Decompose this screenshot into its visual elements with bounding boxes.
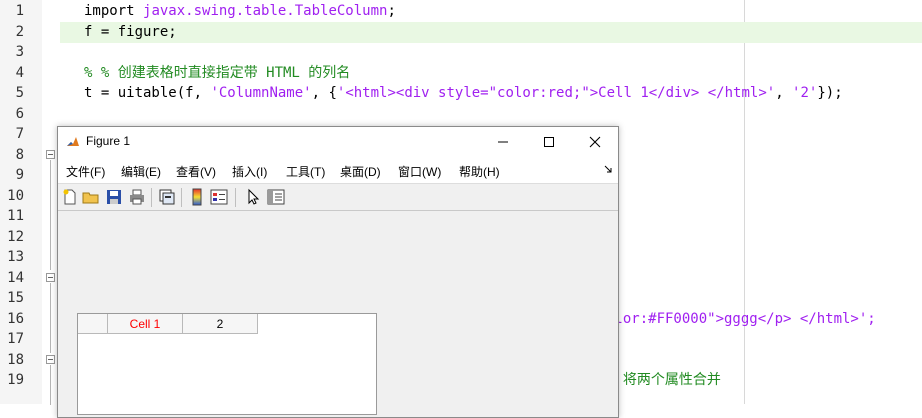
matlab-logo-icon <box>66 135 80 149</box>
menu-file[interactable]: 文件(F) <box>66 163 105 180</box>
line-number: 19 <box>7 372 24 388</box>
fold-guide <box>50 283 51 353</box>
new-file-icon[interactable] <box>61 188 79 206</box>
code-text: }); <box>817 85 843 101</box>
code-line-1[interactable]: import javax.swing.table.TableColumn; <box>60 1 922 22</box>
column-header[interactable]: Cell 1 <box>108 314 183 334</box>
line-number: 4 <box>15 65 24 81</box>
menu-tools[interactable]: 工具(T) <box>286 163 325 180</box>
pointer-icon[interactable] <box>244 188 262 206</box>
link-icon[interactable] <box>158 188 176 206</box>
line-number: 15 <box>7 290 24 306</box>
dock-arrow-icon[interactable] <box>604 165 612 173</box>
figure-window[interactable]: Figure 1 文件(F) 编辑(E) 查看(V) 插入(I) 工具(T) 桌… <box>57 126 619 418</box>
menu-window[interactable]: 窗口(W) <box>398 163 441 180</box>
figure-canvas: Cell 1 2 <box>58 211 618 417</box>
code-line-4[interactable]: % % 创建表格时直接指定带 HTML 的列名 <box>60 63 922 84</box>
minimize-icon <box>498 141 508 143</box>
row-header-corner <box>78 314 108 334</box>
line-number: 7 <box>15 126 24 142</box>
line-number: 3 <box>15 44 24 60</box>
line-number: 5 <box>15 85 24 101</box>
string-literal: 'ColumnName' <box>210 85 312 101</box>
line-number: 6 <box>15 106 24 122</box>
fold-toggle-icon[interactable] <box>46 273 55 282</box>
menu-view[interactable]: 查看(V) <box>176 163 216 180</box>
keyword: import <box>84 3 144 19</box>
close-button[interactable] <box>572 127 618 157</box>
code-line-5[interactable]: t = uitable(f, 'ColumnName', {'<html><di… <box>60 83 922 104</box>
menu-help[interactable]: 帮助(H) <box>459 163 500 180</box>
fold-toggle-icon[interactable] <box>46 355 55 364</box>
code-line-16-fragment[interactable]: olor:#FF0000">gggg</p> </html>'; <box>606 309 876 330</box>
line-number: 18 <box>7 352 24 368</box>
line-number: 16 <box>7 311 24 327</box>
line-number: 9 <box>15 167 24 183</box>
fold-toggle-icon[interactable] <box>46 150 55 159</box>
figure-toolbar <box>58 184 618 211</box>
comment: % % 创建表格时直接指定带 HTML 的列名 <box>84 65 351 81</box>
colorbar-icon[interactable] <box>188 188 206 206</box>
toolbar-separator <box>235 188 236 207</box>
close-icon <box>589 136 601 148</box>
line-number: 1 <box>15 3 24 19</box>
line-number: 14 <box>7 270 24 286</box>
punctuation: ; <box>387 3 396 19</box>
line-number: 2 <box>15 24 24 40</box>
line-number: 17 <box>7 331 24 347</box>
package-name: javax.swing.table.TableColumn <box>143 3 388 19</box>
code-text: , <box>775 85 793 101</box>
print-icon[interactable] <box>128 188 146 206</box>
code-text: f = figure; <box>84 24 177 40</box>
menu-desktop[interactable]: 桌面(D) <box>340 163 381 180</box>
menu-edit[interactable]: 编辑(E) <box>121 163 161 180</box>
code-line-2[interactable]: f = figure; <box>60 22 922 43</box>
minimize-button[interactable] <box>480 127 526 157</box>
property-inspector-icon[interactable] <box>267 188 285 206</box>
maximize-button[interactable] <box>526 127 572 157</box>
title-bar[interactable]: Figure 1 <box>58 127 618 157</box>
save-icon[interactable] <box>105 188 123 206</box>
toolbar-separator <box>181 188 182 207</box>
fold-guide <box>50 160 51 270</box>
menu-bar: 文件(F) 编辑(E) 查看(V) 插入(I) 工具(T) 桌面(D) 窗口(W… <box>58 157 618 184</box>
string-literal: '<html><div style="color:red;">Cell 1</d… <box>336 85 776 101</box>
legend-icon[interactable] <box>210 188 228 206</box>
comment: % 将两个属性合并 <box>606 372 721 388</box>
line-number: 13 <box>7 249 24 265</box>
toolbar-separator <box>151 188 152 207</box>
line-number: 10 <box>7 188 24 204</box>
code-text: , { <box>311 85 337 101</box>
code-text: t = uitable(f, <box>84 85 211 101</box>
string-literal: '2' <box>792 85 818 101</box>
menu-insert[interactable]: 插入(I) <box>232 163 267 180</box>
line-number: 8 <box>15 147 24 163</box>
maximize-icon <box>544 137 554 147</box>
right-margin-rule <box>744 0 745 404</box>
line-number: 11 <box>7 208 24 224</box>
string-literal: olor:#FF0000">gggg</p> </html>'; <box>606 311 876 327</box>
code-line-19-fragment[interactable]: % 将两个属性合并 <box>606 370 721 391</box>
column-header[interactable]: 2 <box>183 314 258 334</box>
window-title: Figure 1 <box>86 134 131 148</box>
line-number: 12 <box>7 229 24 245</box>
line-number-gutter: 1 2 3 4 5 6 7 8 9 10 11 12 13 14 15 16 1… <box>0 0 42 404</box>
open-folder-icon[interactable] <box>82 188 100 206</box>
uitable[interactable]: Cell 1 2 <box>77 313 377 415</box>
fold-guide <box>50 365 51 405</box>
